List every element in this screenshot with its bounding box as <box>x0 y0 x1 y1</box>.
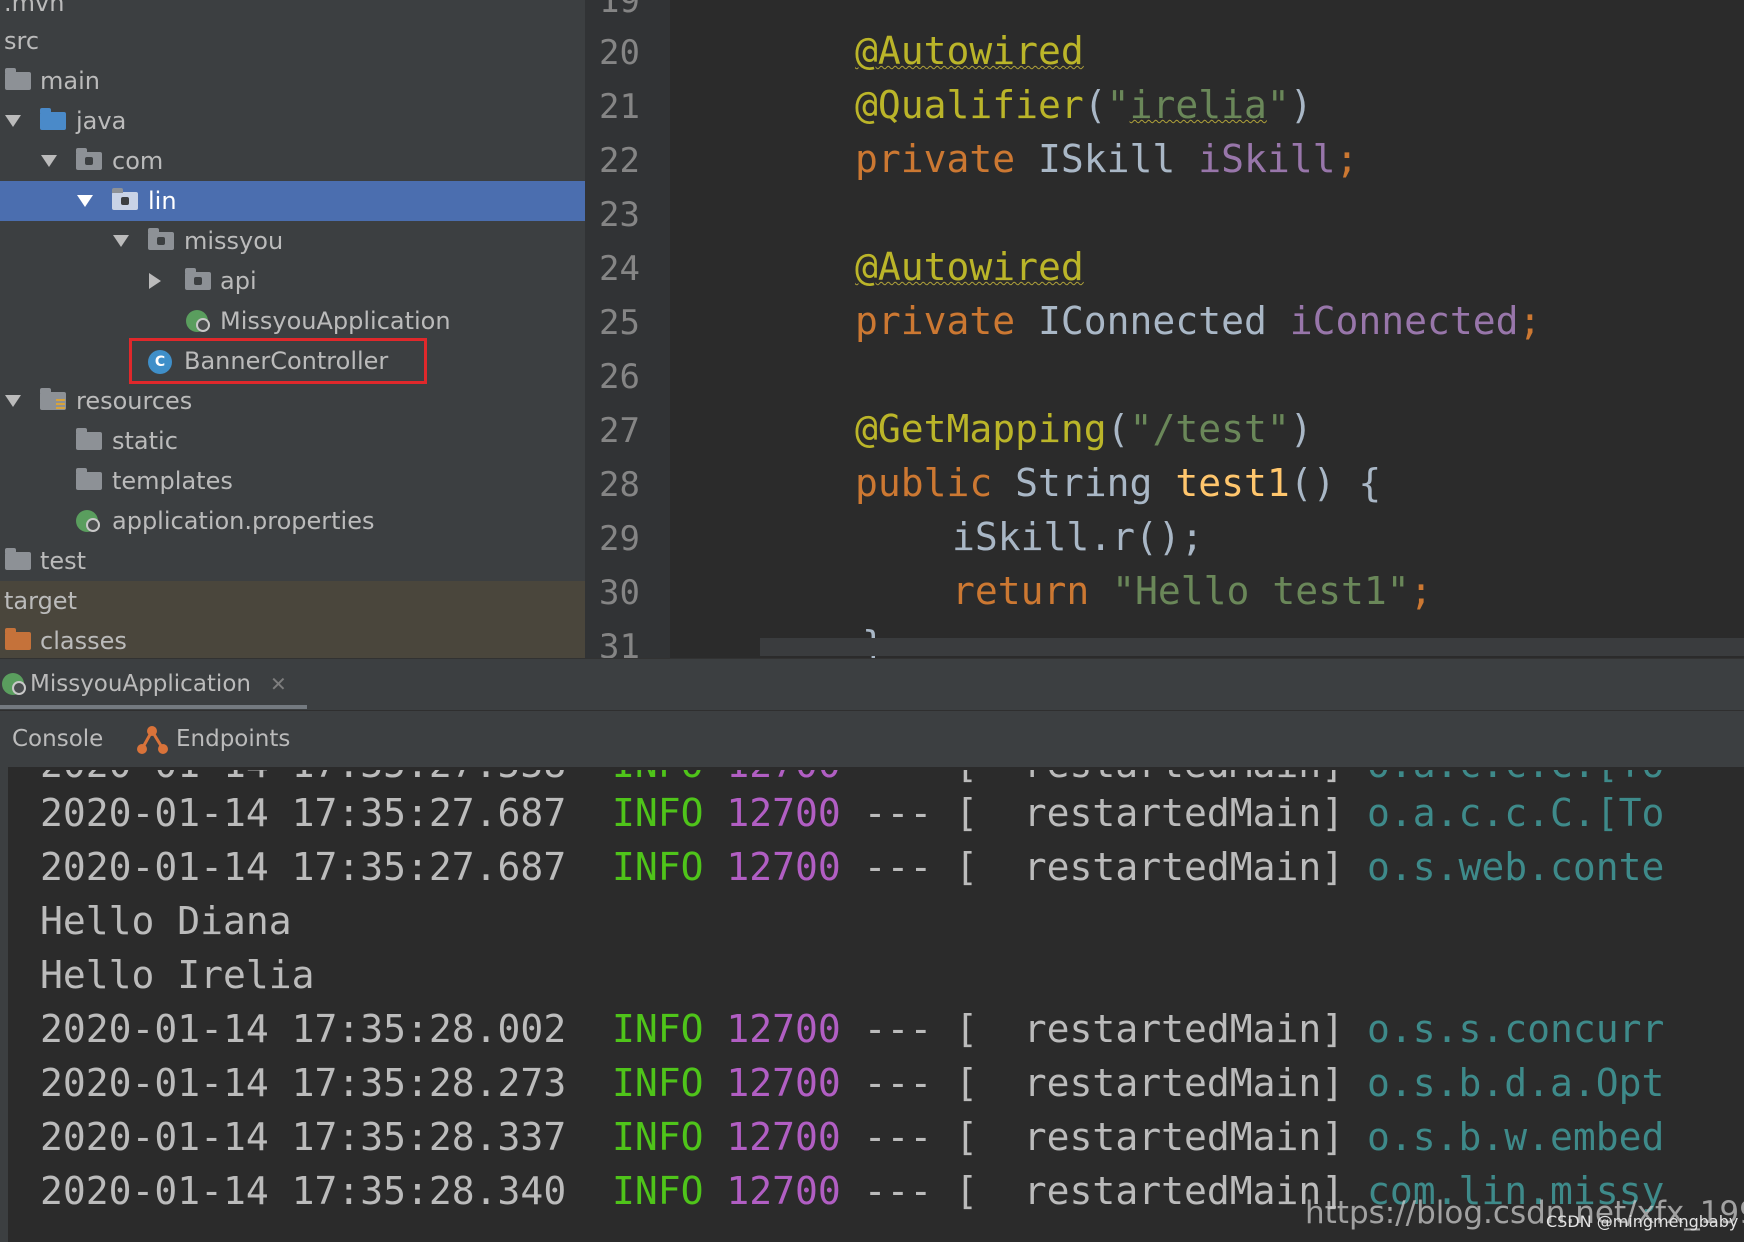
tree-item-label: application.properties <box>112 507 375 535</box>
tree-item-missyouapplication[interactable]: MissyouApplication <box>0 301 585 341</box>
folder-icon <box>5 68 31 90</box>
tree-item-label: resources <box>76 387 193 415</box>
tree-item-label: com <box>112 147 164 175</box>
line-number: 26 <box>599 357 640 397</box>
tree-item-src[interactable]: src <box>0 21 585 61</box>
code-line-24: @Autowired <box>855 245 1084 289</box>
expand-arrow-icon[interactable] <box>5 395 21 407</box>
tree-item-classes[interactable]: classes <box>0 621 585 658</box>
expand-arrow-icon[interactable] <box>5 115 21 127</box>
spring-boot-app-icon <box>2 673 26 695</box>
tree-item-label: java <box>76 107 127 135</box>
expand-arrow-icon[interactable] <box>77 195 93 207</box>
expand-arrow-icon[interactable] <box>113 235 129 247</box>
package-icon <box>148 228 174 250</box>
run-tool-window-tabs: MissyouApplication ✕ <box>0 658 1744 711</box>
line-number: 21 <box>599 87 640 127</box>
run-tab-missyouapplication[interactable]: MissyouApplication ✕ <box>0 659 307 709</box>
tree-item-lin[interactable]: lin <box>0 181 585 221</box>
line-number: 25 <box>599 303 640 343</box>
tree-item-label: templates <box>112 467 233 495</box>
console-line: Hello Diana <box>40 899 292 943</box>
package-icon <box>76 148 102 170</box>
tree-item-label: static <box>112 427 178 455</box>
tree-item-resources[interactable]: resources <box>0 381 585 421</box>
tree-item-missyou[interactable]: missyou <box>0 221 585 261</box>
tree-item-label: api <box>220 267 257 295</box>
console-line: Hello Irelia <box>40 953 315 997</box>
tree-item-application-properties[interactable]: application.properties <box>0 501 585 541</box>
code-line-25: private IConnected iConnected; <box>855 299 1542 343</box>
package-icon <box>112 188 138 210</box>
code-line-21: @Qualifier("irelia") <box>855 83 1313 127</box>
tree-item-label: test <box>40 547 87 575</box>
tree-item-label: classes <box>40 627 127 655</box>
code-line-28: public String test1() { <box>855 461 1382 505</box>
tree-item-test[interactable]: test <box>0 541 585 581</box>
console-line: 2020-01-14 17:35:27.687 INFO 12700 --- [… <box>40 845 1665 889</box>
spring-boot-app-icon <box>186 310 210 332</box>
tree-item-java[interactable]: java <box>0 101 585 141</box>
folder-icon <box>5 628 31 650</box>
package-icon <box>185 268 211 290</box>
endpoints-icon <box>137 726 168 754</box>
console-line: 2020-01-14 17:35:27.687 INFO 12700 --- [… <box>40 791 1665 835</box>
project-tree: .mvn src main java com lin missyou api M… <box>0 0 585 658</box>
highlight-box <box>129 338 427 384</box>
source-folder-icon <box>40 108 66 130</box>
expand-arrow-icon[interactable] <box>41 155 57 167</box>
folder-icon <box>5 548 31 570</box>
code-line-30: return "Hello test1"; <box>952 569 1433 613</box>
line-number: 20 <box>599 33 640 73</box>
console-left-border <box>0 767 8 1242</box>
tree-item-label: lin <box>148 187 177 215</box>
tree-item-target[interactable]: target <box>0 581 585 621</box>
console-line: 2020-01-14 17:35:28.273 INFO 12700 --- [… <box>40 1061 1665 1105</box>
line-number: 29 <box>599 519 640 559</box>
tree-item-label: target <box>4 587 77 615</box>
tree-item-label: main <box>40 67 100 95</box>
code-line-20: @Autowired <box>855 29 1084 73</box>
line-number: 24 <box>599 249 640 289</box>
horizontal-scrollbar[interactable] <box>760 638 1744 656</box>
collapse-arrow-icon[interactable] <box>149 273 161 289</box>
tree-item-templates[interactable]: templates <box>0 461 585 501</box>
folder-icon <box>76 468 102 490</box>
tree-item-static[interactable]: static <box>0 421 585 461</box>
tree-item-mvn[interactable]: .mvn <box>0 0 585 23</box>
line-number: 30 <box>599 573 640 613</box>
tree-item-com[interactable]: com <box>0 141 585 181</box>
run-subtabs: Console Endpoints <box>0 710 1744 768</box>
run-tab-label: MissyouApplication <box>30 671 251 697</box>
tree-item-label: MissyouApplication <box>220 307 451 335</box>
tab-endpoints[interactable]: Endpoints <box>176 714 290 764</box>
tree-item-main[interactable]: main <box>0 61 585 101</box>
line-number: 19 <box>599 0 640 21</box>
folder-icon <box>76 428 102 450</box>
close-icon[interactable]: ✕ <box>270 659 287 709</box>
active-tab-indicator <box>0 705 307 709</box>
console-line: 2020-01-14 17:35:28.002 INFO 12700 --- [… <box>40 1007 1665 1051</box>
line-number: 28 <box>599 465 640 505</box>
watermark-credit: CSDN @mingmengbaby <box>1546 1212 1739 1231</box>
code-line-29: iSkill.r(); <box>952 515 1204 559</box>
spring-properties-icon <box>76 510 100 532</box>
line-number: 23 <box>599 195 640 235</box>
tree-item-label: src <box>4 27 40 55</box>
tree-item-label: .mvn <box>4 0 65 17</box>
tab-console[interactable]: Console <box>12 714 103 764</box>
tree-item-label: missyou <box>184 227 284 255</box>
console-line: 2020-01-14 17:35:28.337 INFO 12700 --- [… <box>40 1115 1665 1159</box>
line-number: 22 <box>599 141 640 181</box>
code-line-27: @GetMapping("/test") <box>855 407 1313 451</box>
tree-item-api[interactable]: api <box>0 261 585 301</box>
code-line-22: private ISkill iSkill; <box>855 137 1359 181</box>
line-number: 27 <box>599 411 640 451</box>
resources-folder-icon <box>40 388 66 410</box>
